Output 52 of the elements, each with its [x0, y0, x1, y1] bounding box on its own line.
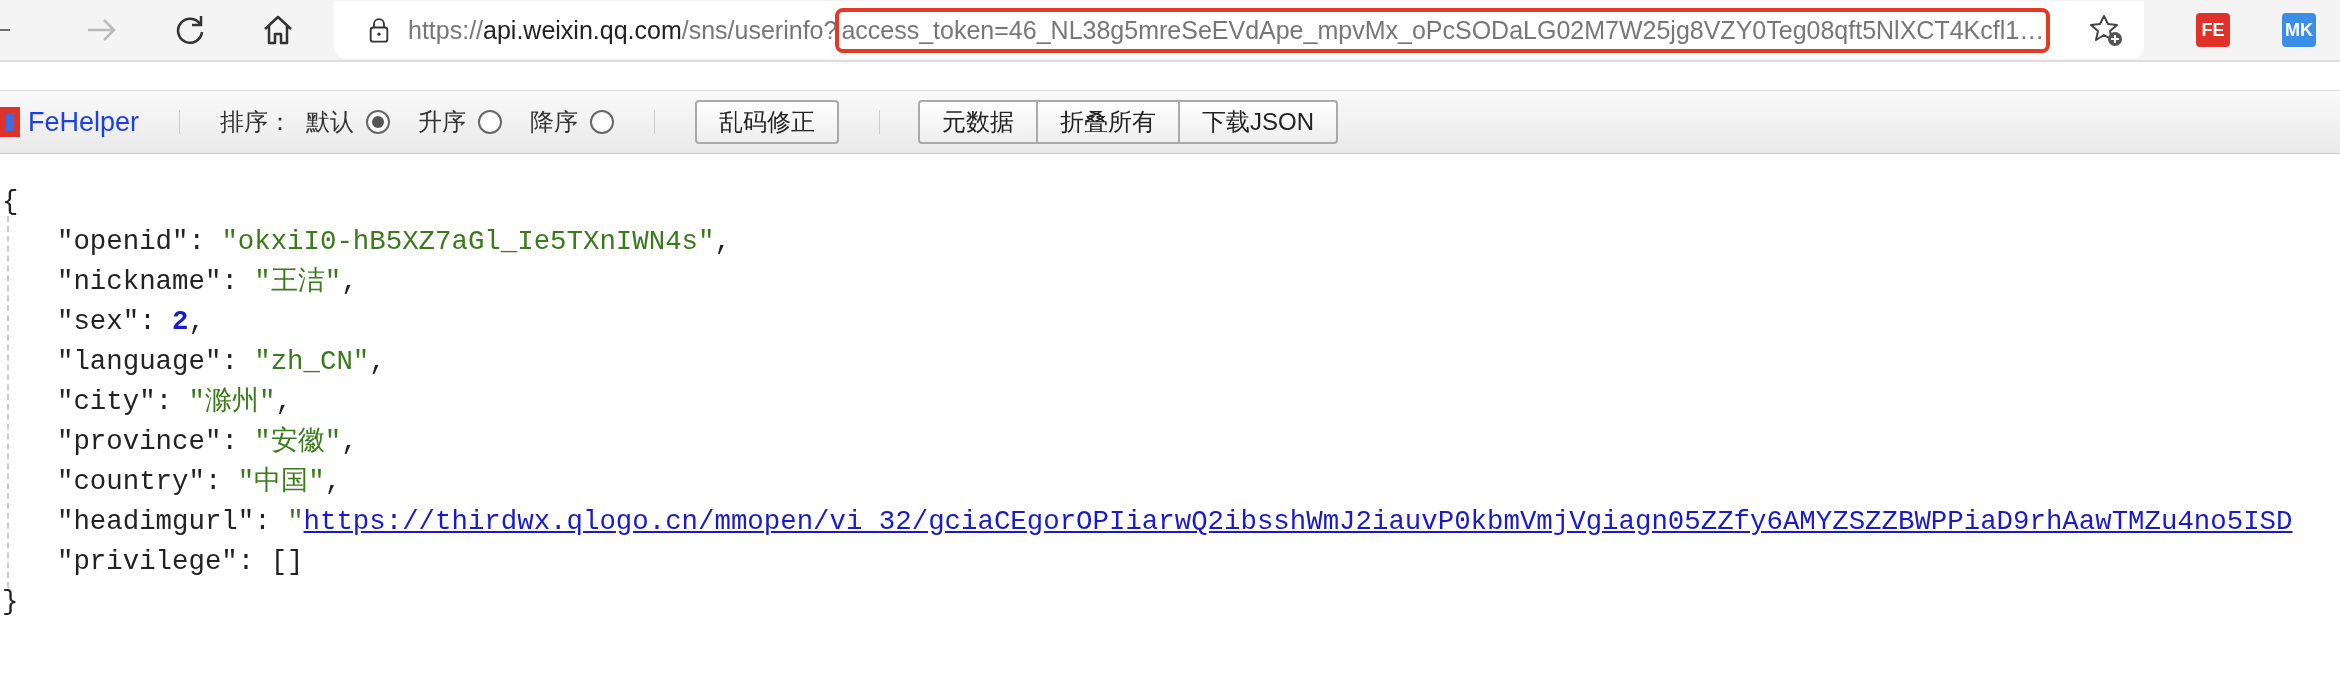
sort-option-label[interactable]: 默认	[306, 106, 355, 138]
json-comma: ,	[324, 465, 342, 499]
sort-label: 排序：	[220, 107, 293, 137]
json-colon: :	[221, 345, 238, 379]
json-string-value: "王洁"	[254, 265, 342, 299]
json-link[interactable]: https://thirdwx.qlogo.cn/mmopen/vi_32/gciaCEgorOPIiarwQ2ibsshWmJ2iauvP0kbmVmjVgiagn05ZZfy6AMYZSZZBWPPiaD9rhAawTMZu4no5ISD	[303, 502, 2293, 542]
sort-option-label[interactable]: 升序	[418, 106, 467, 138]
toolbar-button[interactable]: 下载JSON	[1178, 100, 1339, 144]
json-key: "country"	[57, 462, 205, 502]
json-key: "city"	[57, 382, 156, 422]
json-colon: :	[139, 305, 156, 339]
json-comma: ,	[341, 265, 358, 299]
json-key: "nickname"	[57, 262, 222, 302]
json-string-value: "中国"	[237, 465, 325, 499]
json-comma: ,	[714, 225, 731, 259]
sort-radio[interactable]	[478, 110, 503, 134]
json-comma: ,	[341, 425, 358, 459]
json-string-value: "安徽"	[254, 425, 342, 459]
json-colon: :	[188, 225, 205, 259]
json-string-value: "滁州"	[188, 385, 276, 419]
json-string-value: "okxiI0-hB5XZ7aGl_Ie5TXnIWN4s"	[221, 225, 715, 259]
json-quote: "	[287, 505, 304, 539]
json-colon: :	[221, 265, 238, 299]
json-brace: }	[2, 585, 19, 619]
sort-radio[interactable]	[366, 110, 391, 134]
fehelper-title: FeHelper	[28, 106, 140, 138]
json-colon: :	[155, 385, 173, 419]
fehelper-logo-icon	[0, 107, 20, 137]
json-colon: :	[237, 545, 255, 579]
sort-radio[interactable]	[590, 110, 615, 134]
json-key: "language"	[57, 342, 222, 382]
json-brace: {	[2, 185, 19, 219]
json-comma: ,	[188, 305, 205, 339]
json-key: "sex"	[57, 302, 140, 342]
json-array-value: []	[270, 545, 304, 579]
bookmark-star-icon[interactable]	[2088, 12, 2124, 48]
json-colon: :	[254, 505, 271, 539]
json-colon: :	[204, 465, 222, 499]
json-key: "headimgurl"	[57, 502, 255, 542]
toolbar-button[interactable]: 元数据	[918, 100, 1039, 144]
json-comma: ,	[275, 385, 292, 419]
extension-icon[interactable]: FE	[2196, 13, 2230, 47]
toolbar-button[interactable]: 折叠所有	[1036, 100, 1181, 144]
json-key: "province"	[57, 422, 222, 462]
json-key: "privilege"	[57, 542, 238, 582]
json-comma: ,	[369, 345, 386, 379]
json-key: "openid"	[57, 222, 189, 262]
sort-option-label[interactable]: 降序	[530, 106, 579, 138]
fix-encoding-button[interactable]: 乱码修正	[695, 100, 840, 144]
json-string-value: "zh_CN"	[254, 345, 370, 379]
json-colon: :	[221, 425, 238, 459]
json-number-value: 2	[172, 305, 189, 339]
